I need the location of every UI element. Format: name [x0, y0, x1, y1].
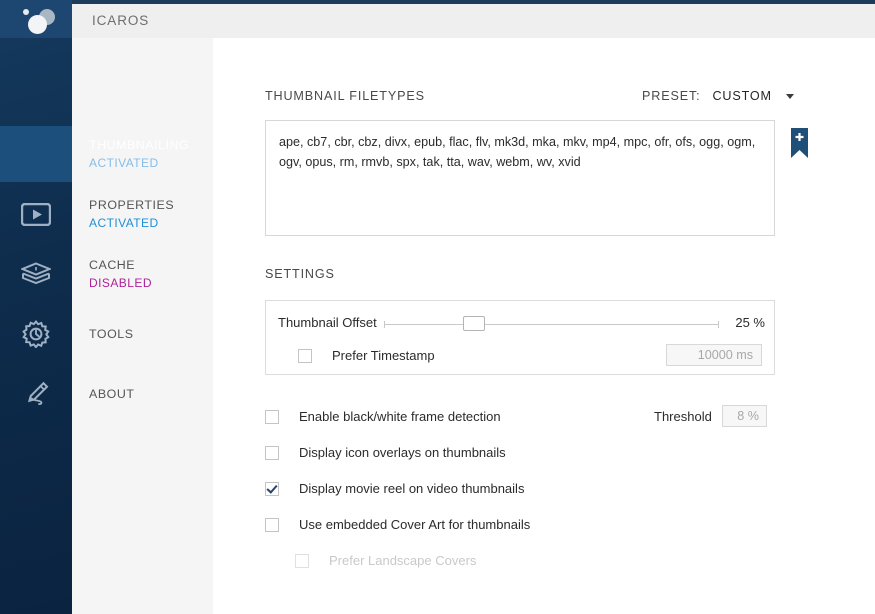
slider-thumb[interactable]	[463, 316, 485, 331]
prefer-timestamp-row[interactable]: Prefer Timestamp	[298, 348, 435, 363]
page-title: ICAROS	[92, 13, 150, 28]
preset-selector[interactable]: PRESET: CUSTOM	[642, 89, 794, 103]
thumbnail-offset-value: 25 %	[735, 315, 765, 330]
option-label: Display icon overlays on thumbnails	[299, 445, 506, 460]
sidebar-item-label: TOOLS	[89, 326, 134, 341]
slider-cap-right	[718, 321, 719, 328]
sidebar-item-cache[interactable]: CACHE DISABLED	[72, 246, 213, 302]
option-label: Enable black/white frame detection	[299, 409, 501, 424]
rail-icon-tools[interactable]	[0, 306, 72, 362]
thumbnail-offset-label: Thumbnail Offset	[278, 315, 377, 330]
sidebar-item-thumbnailing[interactable]: THUMBNAILING ACTIVATED	[72, 126, 213, 182]
timestamp-input[interactable]: 10000 ms	[666, 344, 762, 366]
prefer-timestamp-label: Prefer Timestamp	[332, 348, 435, 363]
option-row-icon-overlays[interactable]: Display icon overlays on thumbnails	[265, 445, 506, 460]
pen-signature-icon	[22, 380, 50, 408]
settings-heading: SETTINGS	[265, 267, 335, 281]
sidebar-item-label: THUMBNAILING	[89, 137, 190, 152]
rail-icon-cache[interactable]	[0, 246, 72, 302]
option-row-bw-detection[interactable]: Enable black/white frame detection	[265, 409, 501, 424]
bookmark-plus-icon	[791, 128, 808, 162]
sidebar-item-status: DISABLED	[89, 275, 152, 290]
sidebar-item-status: ACTIVATED	[89, 155, 159, 170]
filetypes-input[interactable]: ape, cb7, cbr, cbz, divx, epub, flac, fl…	[265, 120, 775, 236]
preset-value: CUSTOM	[712, 89, 772, 103]
icon-rail	[0, 0, 72, 614]
sidebar-item-label: ABOUT	[89, 386, 135, 401]
sidebar-item-about[interactable]: ABOUT	[72, 366, 213, 422]
rail-icon-about[interactable]	[0, 366, 72, 422]
movie-reel-checkbox[interactable]	[265, 481, 279, 496]
option-label: Use embedded Cover Art for thumbnails	[299, 517, 531, 532]
video-play-icon	[21, 202, 51, 226]
nav-panel: THUMBNAILING ACTIVATED PROPERTIES ACTIVA…	[72, 38, 213, 614]
landscape-covers-checkbox	[295, 553, 309, 568]
add-preset-button[interactable]	[791, 128, 808, 158]
sidebar-item-tools[interactable]: TOOLS	[72, 306, 213, 362]
rail-icon-properties[interactable]	[0, 186, 72, 242]
slider-cap-left	[384, 321, 385, 328]
main-content: THUMBNAIL FILETYPES PRESET: CUSTOM ape, …	[213, 38, 875, 614]
threshold-input[interactable]: 8 %	[722, 405, 767, 427]
slider-track	[384, 324, 719, 325]
sidebar-item-label: CACHE	[89, 257, 136, 272]
thumbnail-filetypes-heading: THUMBNAIL FILETYPES	[265, 89, 425, 103]
preset-label: PRESET:	[642, 89, 701, 103]
threshold-label: Threshold	[654, 409, 712, 424]
icaros-logo	[0, 0, 72, 38]
sidebar-item-status: ACTIVATED	[89, 215, 159, 230]
cover-art-checkbox[interactable]	[265, 517, 279, 532]
option-label: Prefer Landscape Covers	[329, 553, 477, 568]
sidebar-item-properties[interactable]: PROPERTIES ACTIVATED	[72, 186, 213, 242]
logo-circles-icon	[14, 6, 60, 34]
sidebar-item-label: PROPERTIES	[89, 197, 175, 212]
option-row-cover-art[interactable]: Use embedded Cover Art for thumbnails	[265, 517, 530, 532]
option-label: Display movie reel on video thumbnails	[299, 481, 525, 496]
icaros-window: ICAROS THUMBNAILING ACTIVATED PROPERTIES…	[0, 0, 875, 614]
option-row-landscape-covers: Prefer Landscape Covers	[295, 553, 476, 568]
icon-overlays-checkbox[interactable]	[265, 445, 279, 460]
thumbnail-offset-slider[interactable]	[384, 316, 719, 331]
prefer-timestamp-checkbox[interactable]	[298, 348, 312, 363]
chevron-down-icon	[785, 93, 794, 99]
gear-clock-icon	[22, 320, 50, 348]
bw-detection-checkbox[interactable]	[265, 409, 279, 424]
database-stack-icon	[21, 261, 51, 287]
option-row-movie-reel[interactable]: Display movie reel on video thumbnails	[265, 481, 524, 496]
